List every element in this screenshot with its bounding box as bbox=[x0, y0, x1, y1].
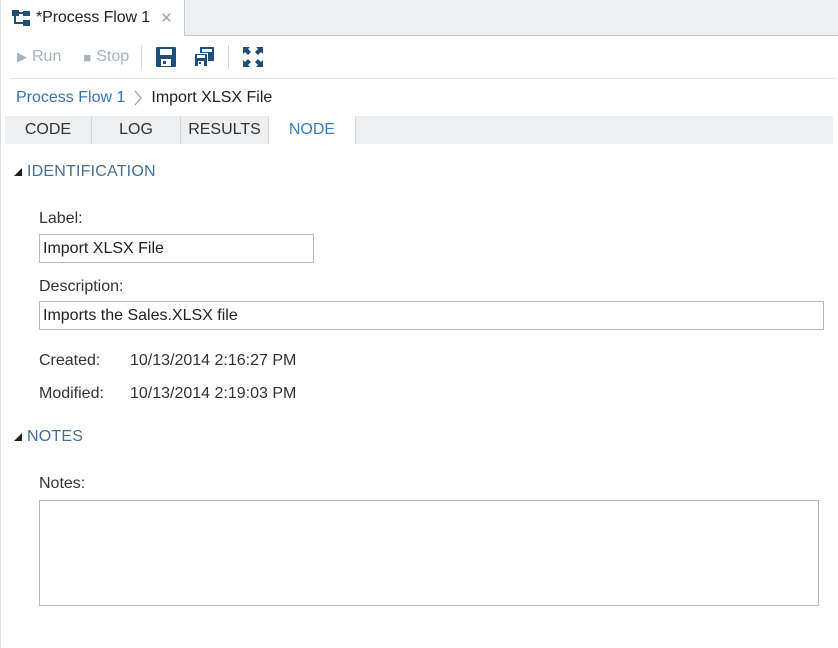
save-button[interactable] bbox=[154, 45, 178, 69]
stop-label: Stop bbox=[96, 48, 130, 65]
modified-row: Modified: 10/13/2014 2:19:03 PM bbox=[39, 385, 296, 403]
modified-caption: Modified: bbox=[39, 385, 104, 402]
toolbar-divider bbox=[10, 78, 836, 79]
window-left-border bbox=[0, 36, 1, 648]
stop-icon: ■ bbox=[83, 49, 92, 65]
view-tabs: CODE LOG RESULTS NODE bbox=[5, 116, 833, 144]
notes-caption: Notes: bbox=[39, 475, 86, 492]
collapse-triangle-icon bbox=[14, 168, 22, 176]
modified-value: 10/13/2014 2:19:03 PM bbox=[130, 385, 297, 402]
tab-log[interactable]: LOG bbox=[92, 116, 181, 144]
notes-textarea[interactable] bbox=[39, 500, 819, 606]
maximize-button[interactable] bbox=[241, 45, 265, 69]
created-value: 10/13/2014 2:16:27 PM bbox=[130, 352, 297, 369]
save-as-icon bbox=[194, 47, 215, 67]
chevron-right-icon bbox=[134, 90, 143, 106]
created-caption: Created: bbox=[39, 352, 101, 369]
created-row: Created: 10/13/2014 2:16:27 PM bbox=[39, 352, 296, 370]
description-input[interactable] bbox=[39, 301, 824, 330]
toolbar-separator bbox=[228, 45, 230, 69]
close-icon[interactable]: ✕ bbox=[160, 9, 173, 27]
toolbar: ▶ Run ■ Stop bbox=[0, 36, 838, 78]
collapse-triangle-icon bbox=[14, 433, 22, 441]
run-label: Run bbox=[32, 48, 62, 65]
notes-section-toggle[interactable]: NOTES bbox=[14, 428, 83, 446]
breadcrumb-process-flow[interactable]: Process Flow 1 bbox=[16, 89, 125, 107]
breadcrumb: Process Flow 1 Import XLSX File bbox=[16, 86, 272, 110]
tab-node[interactable]: NODE bbox=[269, 116, 356, 144]
document-tab[interactable]: *Process Flow 1 ✕ bbox=[0, 0, 185, 36]
stop-button[interactable]: ■ Stop bbox=[83, 48, 129, 66]
play-icon: ▶ bbox=[17, 49, 27, 64]
save-icon bbox=[156, 47, 177, 67]
identification-section-toggle[interactable]: IDENTIFICATION bbox=[14, 163, 156, 181]
save-as-button[interactable] bbox=[192, 45, 216, 69]
label-caption: Label: bbox=[39, 210, 83, 227]
tab-results[interactable]: RESULTS bbox=[181, 116, 269, 144]
breadcrumb-current: Import XLSX File bbox=[151, 89, 273, 106]
run-button[interactable]: ▶ Run bbox=[17, 48, 61, 66]
toolbar-separator bbox=[141, 45, 143, 69]
identification-heading: IDENTIFICATION bbox=[27, 163, 156, 180]
maximize-icon bbox=[243, 47, 264, 67]
process-flow-icon bbox=[12, 10, 30, 26]
document-tab-title: *Process Flow 1 bbox=[36, 9, 151, 26]
notes-heading: NOTES bbox=[27, 428, 84, 445]
tab-code[interactable]: CODE bbox=[5, 116, 92, 144]
document-tab-strip: *Process Flow 1 ✕ bbox=[0, 0, 838, 36]
label-input[interactable] bbox=[39, 234, 314, 263]
description-caption: Description: bbox=[39, 278, 124, 295]
